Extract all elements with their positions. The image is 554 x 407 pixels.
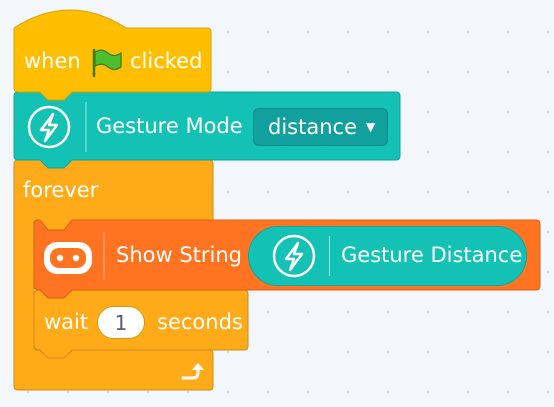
forever-label: forever [23, 178, 99, 202]
seconds-label: seconds [157, 310, 243, 334]
gesture-mode-dropdown[interactable]: distance ▼ [253, 108, 388, 146]
hat-when-label: when [24, 49, 81, 73]
wait-label: wait [44, 310, 89, 334]
wait-seconds-input[interactable]: 1 [97, 306, 145, 339]
wait-seconds-value: 1 [114, 310, 128, 335]
lightning-icon [272, 234, 316, 278]
microbit-icon [44, 242, 92, 274]
gesture-mode-dropdown-value: distance [268, 115, 357, 139]
gesture-distance-label: Gesture Distance [341, 243, 523, 267]
dropdown-caret-icon: ▼ [365, 120, 376, 134]
show-string-label: Show String [116, 243, 243, 267]
gesture-mode-label: Gesture Mode [96, 114, 243, 138]
reporter-divider [329, 236, 330, 276]
hat-clicked-label: clicked [130, 49, 203, 73]
